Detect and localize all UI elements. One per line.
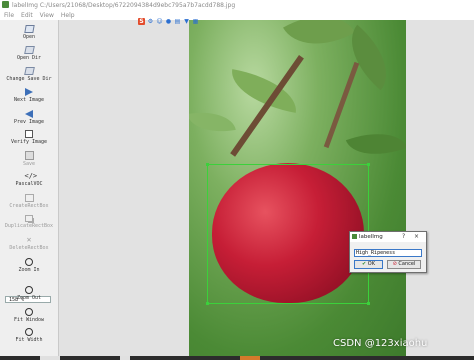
app-icon bbox=[352, 234, 357, 239]
leaf bbox=[283, 20, 355, 63]
zoom-out-label: Zoom Out bbox=[16, 295, 42, 301]
keyboard-icon[interactable]: ▤ bbox=[174, 18, 181, 25]
left-toolbar: Open Open Dir Change Save Dir Next Image… bbox=[0, 20, 59, 360]
label-input[interactable]: High_Ripeness bbox=[354, 249, 422, 257]
ime-toolbar: S ⚙ ☺ ● ▤ ▼ ▦ bbox=[138, 18, 199, 28]
open-label: Open bbox=[22, 34, 36, 40]
menu-bar: File Edit View Help bbox=[0, 11, 474, 20]
arrow-left-icon bbox=[25, 110, 33, 118]
fit-window-icon bbox=[25, 308, 33, 316]
fit-width-icon bbox=[25, 328, 33, 336]
bbox-handle[interactable] bbox=[206, 302, 209, 305]
checkbox-icon bbox=[25, 130, 33, 138]
title-bar: labelImg C:/Users/21068/Desktop/67220943… bbox=[0, 0, 474, 11]
delete-icon: ✕ bbox=[26, 235, 32, 244]
code-icon: </> bbox=[24, 172, 38, 180]
arrow-right-icon bbox=[25, 88, 33, 96]
app-icon bbox=[2, 1, 9, 8]
cancel-button[interactable]: ⊘ Cancel bbox=[387, 260, 421, 269]
bbox-handle[interactable] bbox=[367, 302, 370, 305]
zoom-in-icon bbox=[25, 258, 33, 266]
ok-button[interactable]: ✔ OK bbox=[354, 260, 383, 269]
grid-icon[interactable]: ▦ bbox=[192, 18, 199, 25]
fit-width-label: Fit Width bbox=[15, 337, 43, 343]
format-label: PascalVOC bbox=[15, 181, 43, 187]
save-icon bbox=[24, 151, 34, 160]
duplicate-rect-button[interactable]: DuplicateRectBox bbox=[0, 215, 58, 229]
cancel-label: Cancel bbox=[398, 261, 416, 267]
duplicate-icon bbox=[25, 215, 33, 222]
taskbar bbox=[0, 356, 474, 360]
wrench-icon[interactable]: ⚙ bbox=[147, 18, 154, 25]
leaf bbox=[345, 121, 406, 167]
close-button[interactable]: × bbox=[414, 232, 419, 242]
dialog-title: labelImg bbox=[359, 234, 383, 240]
create-rect-label: CreateRectBox bbox=[9, 203, 49, 209]
ime-logo[interactable]: S bbox=[138, 18, 145, 25]
open-dir-label: Open Dir bbox=[16, 55, 42, 61]
window-title: labelImg C:/Users/21068/Desktop/67220943… bbox=[12, 2, 236, 9]
dialog-title-bar: labelImg ? × bbox=[350, 232, 426, 242]
bounding-box[interactable] bbox=[206, 163, 370, 305]
menu-edit[interactable]: Edit bbox=[21, 12, 33, 19]
taskbar-item[interactable] bbox=[120, 356, 130, 360]
help-button[interactable]: ? bbox=[402, 232, 405, 242]
verify-image-button[interactable]: Verify Image bbox=[0, 130, 58, 145]
menu-help[interactable]: Help bbox=[61, 12, 75, 19]
next-image-label: Next Image bbox=[13, 97, 45, 103]
zoom-out-button[interactable]: Zoom Out bbox=[0, 286, 58, 301]
format-button[interactable]: </> PascalVOC bbox=[0, 172, 58, 187]
watermark: CSDN @123xiaohu bbox=[333, 338, 428, 349]
prev-image-label: Prev Image bbox=[13, 119, 45, 125]
change-save-dir-label: Change Save Dir bbox=[6, 76, 52, 82]
zoom-out-icon bbox=[25, 286, 33, 294]
open-button[interactable]: Open bbox=[0, 25, 58, 40]
label-dialog: labelImg ? × High_Ripeness ✔ OK ⊘ Cancel bbox=[349, 231, 427, 273]
menu-file[interactable]: File bbox=[4, 12, 14, 19]
delete-rect-label: DeleteRectBox bbox=[9, 245, 49, 251]
taskbar-item[interactable] bbox=[40, 356, 60, 360]
shirt-icon[interactable]: ▼ bbox=[183, 18, 190, 25]
fit-window-label: Fit Window bbox=[13, 317, 45, 323]
folder-icon bbox=[23, 67, 35, 75]
mic-icon[interactable]: ● bbox=[165, 18, 172, 25]
ok-label: OK bbox=[367, 261, 375, 267]
verify-image-label: Verify Image bbox=[10, 139, 48, 145]
delete-rect-button[interactable]: ✕ DeleteRectBox bbox=[0, 235, 58, 252]
menu-view[interactable]: View bbox=[40, 12, 54, 19]
leaf bbox=[189, 106, 236, 138]
taskbar-item[interactable] bbox=[240, 356, 260, 360]
zoom-in-label: Zoom In bbox=[18, 267, 40, 273]
bbox-handle[interactable] bbox=[367, 163, 370, 166]
check-icon: ✔ bbox=[361, 261, 367, 267]
open-file-icon bbox=[23, 25, 35, 33]
change-save-dir-button[interactable]: Change Save Dir bbox=[0, 67, 58, 82]
create-rect-button[interactable]: CreateRectBox bbox=[0, 194, 58, 209]
fit-window-button[interactable]: Fit Window bbox=[0, 308, 58, 323]
cancel-icon: ⊘ bbox=[392, 261, 397, 267]
emoji-icon[interactable]: ☺ bbox=[156, 18, 163, 25]
save-button[interactable]: Save bbox=[0, 151, 58, 167]
folder-icon bbox=[23, 46, 35, 54]
open-dir-button[interactable]: Open Dir bbox=[0, 46, 58, 61]
prev-image-button[interactable]: Prev Image bbox=[0, 110, 58, 125]
branch bbox=[323, 61, 360, 149]
save-label: Save bbox=[22, 161, 36, 167]
duplicate-rect-label: DuplicateRectBox bbox=[4, 223, 54, 229]
next-image-button[interactable]: Next Image bbox=[0, 88, 58, 103]
fit-width-button[interactable]: Fit Width bbox=[0, 328, 58, 343]
bbox-handle[interactable] bbox=[206, 163, 209, 166]
rectangle-icon bbox=[24, 194, 34, 202]
zoom-in-button[interactable]: Zoom In bbox=[0, 258, 58, 273]
